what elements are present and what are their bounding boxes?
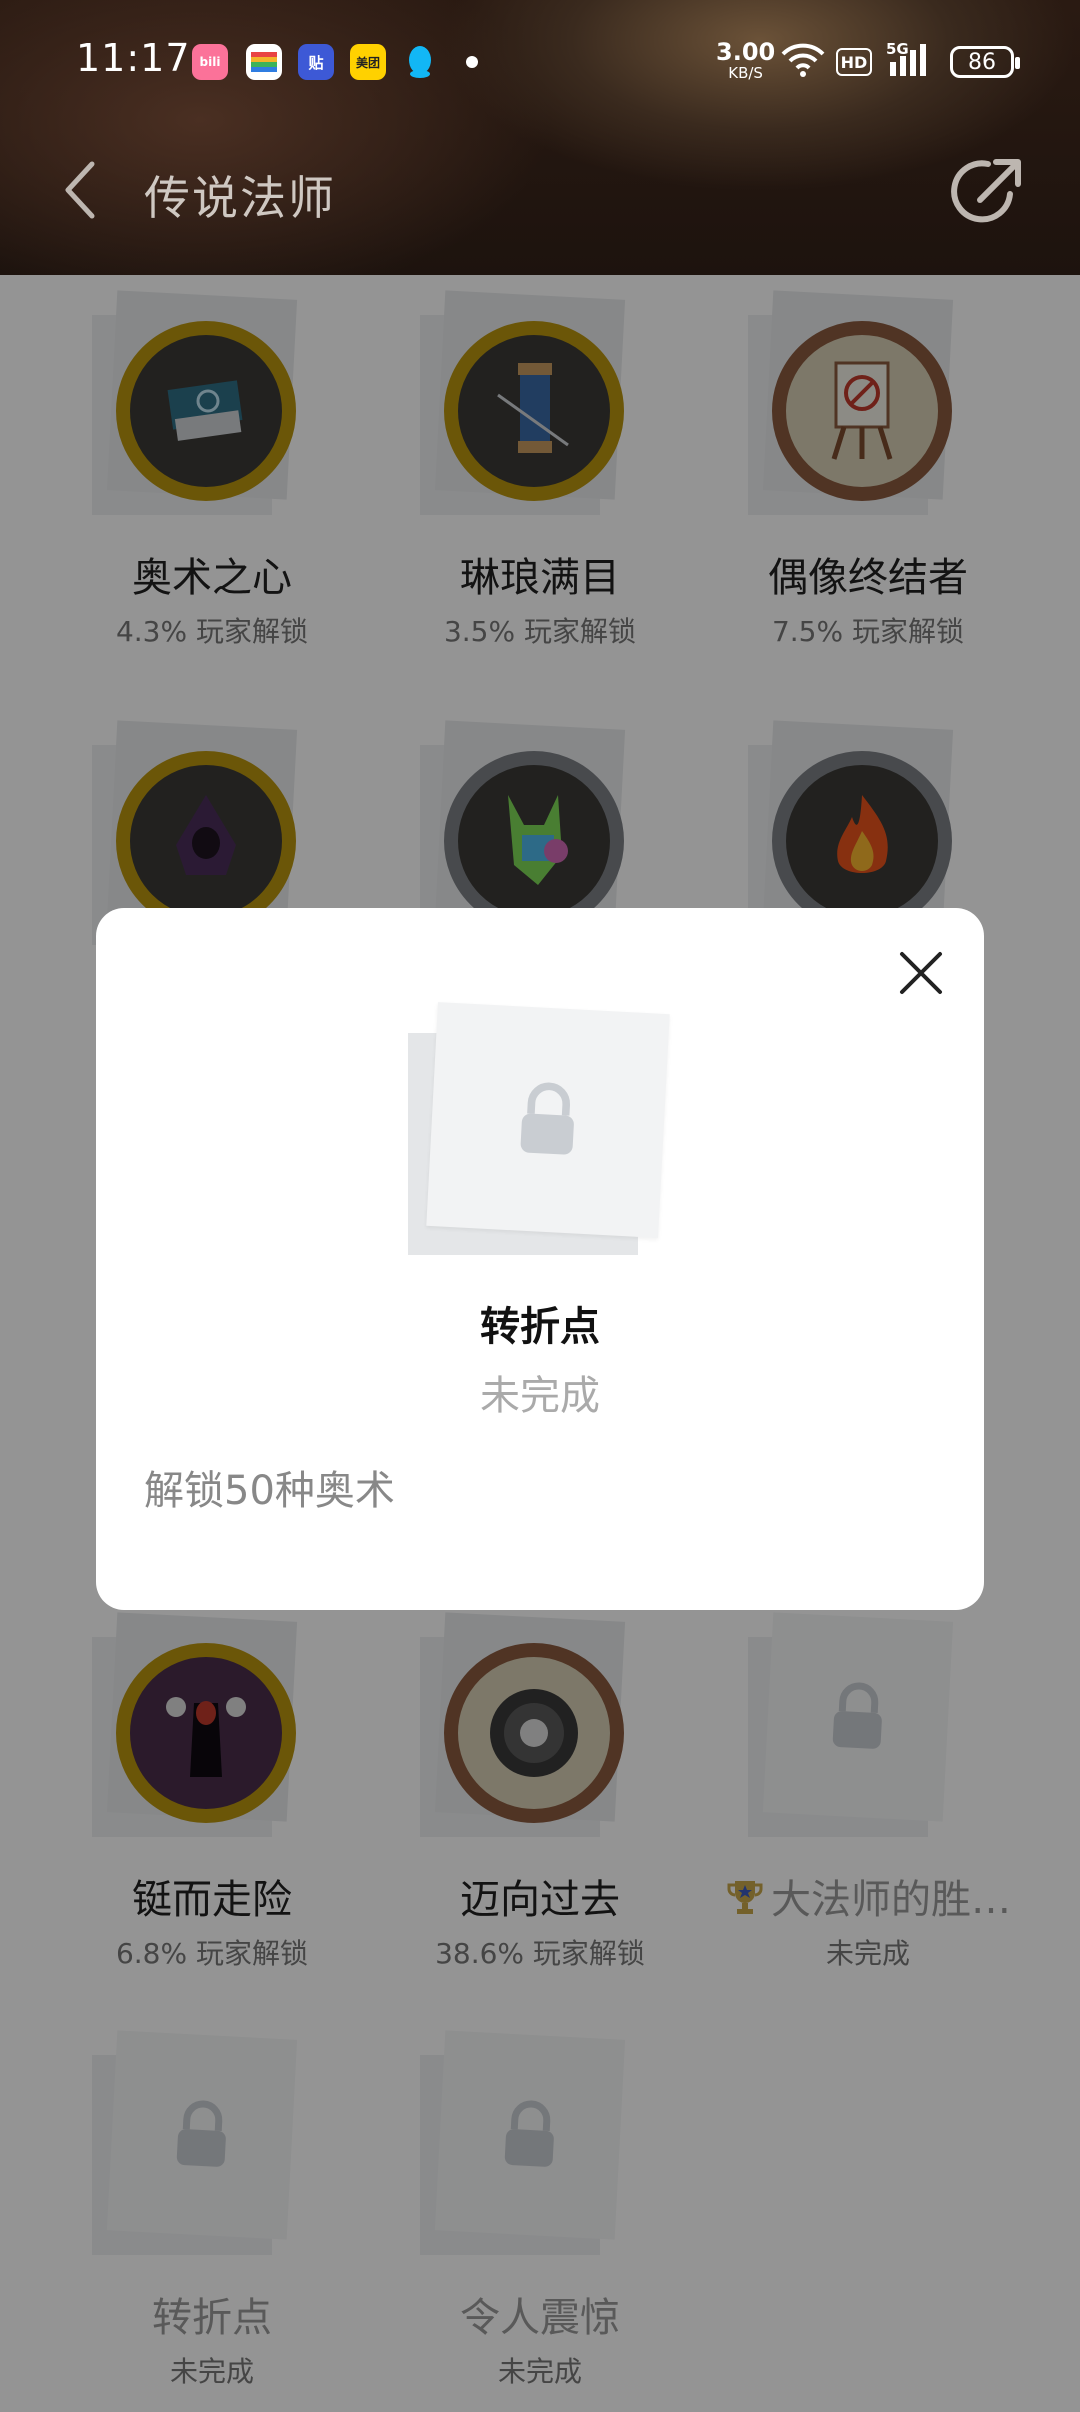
hd-icon: HD bbox=[836, 48, 872, 76]
share-icon bbox=[951, 159, 1021, 223]
achievement-status: 未完成 bbox=[480, 1373, 600, 1419]
close-icon bbox=[900, 952, 942, 994]
meituan-icon: 美团 bbox=[350, 44, 386, 80]
bilibili-icon: bili bbox=[192, 44, 228, 80]
achievement-description: 解锁50种奥术 bbox=[144, 1468, 395, 1514]
status-bar: 11:17 bili 贴 美团 3.00 KB/S HD 5G 86 bbox=[0, 0, 1080, 120]
wifi-icon bbox=[780, 42, 826, 82]
signal-icon bbox=[890, 44, 934, 80]
qq-icon bbox=[402, 44, 438, 80]
net-speed: 3.00 KB/S bbox=[716, 38, 776, 82]
achievement-card bbox=[426, 1002, 670, 1238]
close-button[interactable] bbox=[886, 938, 956, 1008]
wallet-icon bbox=[246, 44, 282, 80]
achievement-title: 转折点 bbox=[480, 1304, 600, 1350]
chevron-left-icon bbox=[65, 161, 95, 219]
tieba-icon: 贴 bbox=[298, 44, 334, 80]
status-time: 11:17 bbox=[76, 36, 191, 80]
back-button[interactable] bbox=[62, 155, 112, 225]
share-button[interactable] bbox=[950, 150, 1030, 230]
notification-dot bbox=[466, 56, 478, 68]
page-title: 传说法师 bbox=[144, 171, 336, 225]
app-header: 11:17 bili 贴 美团 3.00 KB/S HD 5G 86 传说法师 bbox=[0, 0, 1080, 275]
achievement-detail-dialog: 转折点 未完成 解锁50种奥术 bbox=[96, 908, 984, 1610]
lock-icon bbox=[520, 1082, 574, 1155]
battery-indicator: 86 bbox=[950, 46, 1020, 78]
